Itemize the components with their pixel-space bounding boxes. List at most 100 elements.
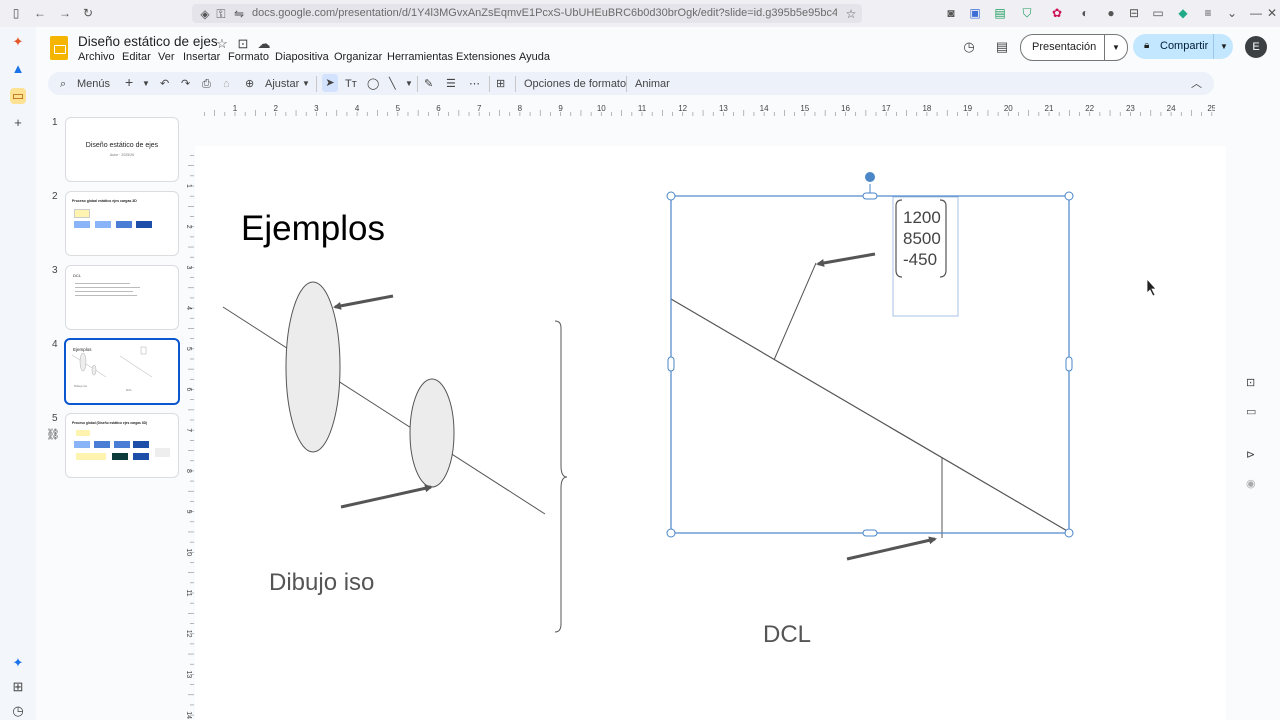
permissions-icon[interactable]: ⇋: [232, 7, 246, 21]
line-dash-icon[interactable]: ⋯: [469, 77, 480, 91]
bookmark-star-icon[interactable]: ☆: [844, 7, 858, 21]
save-drive-icon[interactable]: ⊞: [10, 679, 26, 695]
resize-handle[interactable]: [667, 356, 675, 372]
animate-button[interactable]: Animar: [635, 77, 670, 91]
shaft-line[interactable]: [670, 298, 1070, 533]
resize-handle[interactable]: [1065, 356, 1073, 372]
reload-icon[interactable]: ↻: [81, 6, 95, 20]
slide-thumbnail-4[interactable]: Ejemplos Dibujo iso DCL: [64, 338, 180, 405]
menu-extensiones[interactable]: Extensiones: [456, 51, 516, 63]
menu-formato[interactable]: Formato: [228, 51, 269, 63]
matrix-values[interactable]: 1200 8500 -450: [903, 207, 941, 270]
pen-color-icon[interactable]: ✎: [424, 77, 433, 91]
force-arrow[interactable]: [846, 536, 937, 561]
menu-ayuda[interactable]: Ayuda: [519, 51, 550, 63]
print-icon[interactable]: ⎙: [202, 77, 211, 91]
slide-thumbnail-3[interactable]: DCL: [65, 265, 179, 330]
version-history-icon[interactable]: ◷: [961, 39, 977, 55]
document-title[interactable]: Diseño estático de ejes: [78, 34, 218, 49]
chevron-down-icon[interactable]: ▼: [302, 77, 310, 91]
chevron-down-icon[interactable]: ▼: [1104, 35, 1127, 60]
record-icon[interactable]: ◉: [1246, 477, 1256, 490]
extension-icon[interactable]: ▤: [993, 6, 1007, 20]
menu-archivo[interactable]: Archivo: [78, 51, 115, 63]
collapse-toolbar-icon[interactable]: ︿: [1191, 77, 1202, 91]
slide-thumbnail-2[interactable]: Proceso global estático ejes cargas 3D: [65, 191, 179, 256]
search-menus-input[interactable]: Menús: [77, 77, 110, 91]
drive-icon[interactable]: ▲: [10, 61, 26, 77]
redo-icon[interactable]: ↷: [181, 77, 190, 91]
force-arrow[interactable]: [340, 484, 433, 509]
undo-icon[interactable]: ↶: [160, 77, 169, 91]
shaft-line[interactable]: [222, 306, 546, 515]
present-button[interactable]: Presentación ▼: [1020, 34, 1128, 61]
minimize-icon[interactable]: —: [1249, 6, 1263, 20]
chevron-down-icon[interactable]: ▼: [405, 77, 413, 91]
add-icon[interactable]: +: [10, 115, 26, 131]
slides-icon[interactable]: ▭: [10, 88, 26, 104]
vertical-ruler[interactable]: 1234567891011121314: [182, 146, 194, 720]
extension-icon[interactable]: ⊟: [1127, 6, 1141, 20]
extension-icon[interactable]: ●: [1104, 6, 1118, 20]
slide-thumbnail-5[interactable]: Proceso global (Diseño estático ejes car…: [65, 413, 179, 478]
curly-brace[interactable]: [554, 320, 568, 633]
disc-large[interactable]: [285, 281, 341, 453]
paint-format-icon[interactable]: ⌂: [223, 77, 230, 91]
back-icon[interactable]: ←: [33, 6, 47, 20]
chevron-down-icon[interactable]: ▼: [142, 77, 150, 91]
star-icon[interactable]: ☆: [214, 36, 230, 52]
selection-box[interactable]: [670, 195, 1070, 534]
resize-handle[interactable]: [666, 191, 676, 201]
horizontal-ruler[interactable]: 1 2 3 4 5 6 7 8 9 10 11 12 13 14 15 16 17 18 19 20 21 22 23 24 2…: [195, 102, 1215, 116]
disc-small[interactable]: [409, 378, 455, 488]
comments-icon[interactable]: ▤: [994, 39, 1010, 55]
resize-handle[interactable]: [1064, 528, 1074, 538]
shield-extension-icon[interactable]: ⛉: [1020, 6, 1034, 20]
address-bar[interactable]: ◈ ⚿ ⇋ docs.google.com/presentation/d/1Y4…: [192, 4, 862, 23]
sidebar-toggle-icon[interactable]: ▯: [9, 6, 23, 20]
line-icon[interactable]: ╲: [389, 77, 396, 91]
resize-handle[interactable]: [862, 529, 878, 537]
shape-icon[interactable]: ◯: [367, 77, 379, 91]
new-slide-icon[interactable]: +: [125, 75, 133, 89]
slide-heading[interactable]: Ejemplos: [241, 209, 385, 249]
rotate-handle[interactable]: [865, 172, 875, 182]
zoom-select[interactable]: Ajustar: [265, 77, 299, 91]
text-box-icon[interactable]: Tт: [345, 77, 357, 91]
select-cursor-icon[interactable]: ➤: [322, 74, 338, 92]
shield-icon[interactable]: ◈: [198, 7, 212, 21]
folder-icon[interactable]: ▭: [1246, 405, 1256, 418]
force-arrow[interactable]: [333, 294, 394, 310]
iso-label[interactable]: Dibujo iso: [269, 569, 374, 597]
menu-organizar[interactable]: Organizar: [334, 51, 382, 63]
forward-icon[interactable]: →: [58, 6, 72, 20]
extension-icon[interactable]: ✿: [1050, 6, 1064, 20]
gemini-app-icon[interactable]: ✦: [10, 34, 26, 50]
line-weight-icon[interactable]: ☰: [446, 77, 456, 91]
save-icon[interactable]: ▣: [968, 6, 982, 20]
history-icon[interactable]: ◷: [10, 703, 26, 719]
menu-diapositiva[interactable]: Diapositiva: [275, 51, 329, 63]
chevron-down-icon[interactable]: ⌄: [1225, 6, 1239, 20]
share-button[interactable]: 🔒︎ Compartir ▼: [1133, 34, 1233, 59]
menu-editar[interactable]: Editar: [122, 51, 151, 63]
avatar[interactable]: E: [1245, 36, 1267, 58]
zoom-icon[interactable]: ⊕: [245, 77, 254, 91]
search-icon[interactable]: ⌕: [60, 77, 66, 91]
keep-icon[interactable]: ⊡: [1246, 376, 1255, 389]
slide-thumbnail-1[interactable]: Diseño estático de ejes Autor · 2025/26: [65, 117, 179, 182]
resize-handle[interactable]: [1064, 191, 1074, 201]
move-folder-icon[interactable]: ⊡: [235, 36, 251, 52]
chevron-down-icon[interactable]: ▼: [1213, 34, 1234, 59]
menu-icon[interactable]: ≡: [1201, 6, 1215, 20]
screenshot-icon[interactable]: ◙: [944, 6, 958, 20]
resize-handle[interactable]: [666, 528, 676, 538]
slides-side-icon[interactable]: ⊳: [1246, 448, 1255, 461]
resize-handle[interactable]: [862, 192, 878, 200]
comment-add-icon[interactable]: ⊞: [496, 77, 505, 91]
cloud-saved-icon[interactable]: ☁: [256, 36, 272, 52]
sparkle-icon[interactable]: ✦: [10, 655, 26, 671]
menu-ver[interactable]: Ver: [158, 51, 175, 63]
extension-icon[interactable]: ▭: [1151, 6, 1165, 20]
format-options-button[interactable]: Opciones de formato: [524, 77, 626, 91]
